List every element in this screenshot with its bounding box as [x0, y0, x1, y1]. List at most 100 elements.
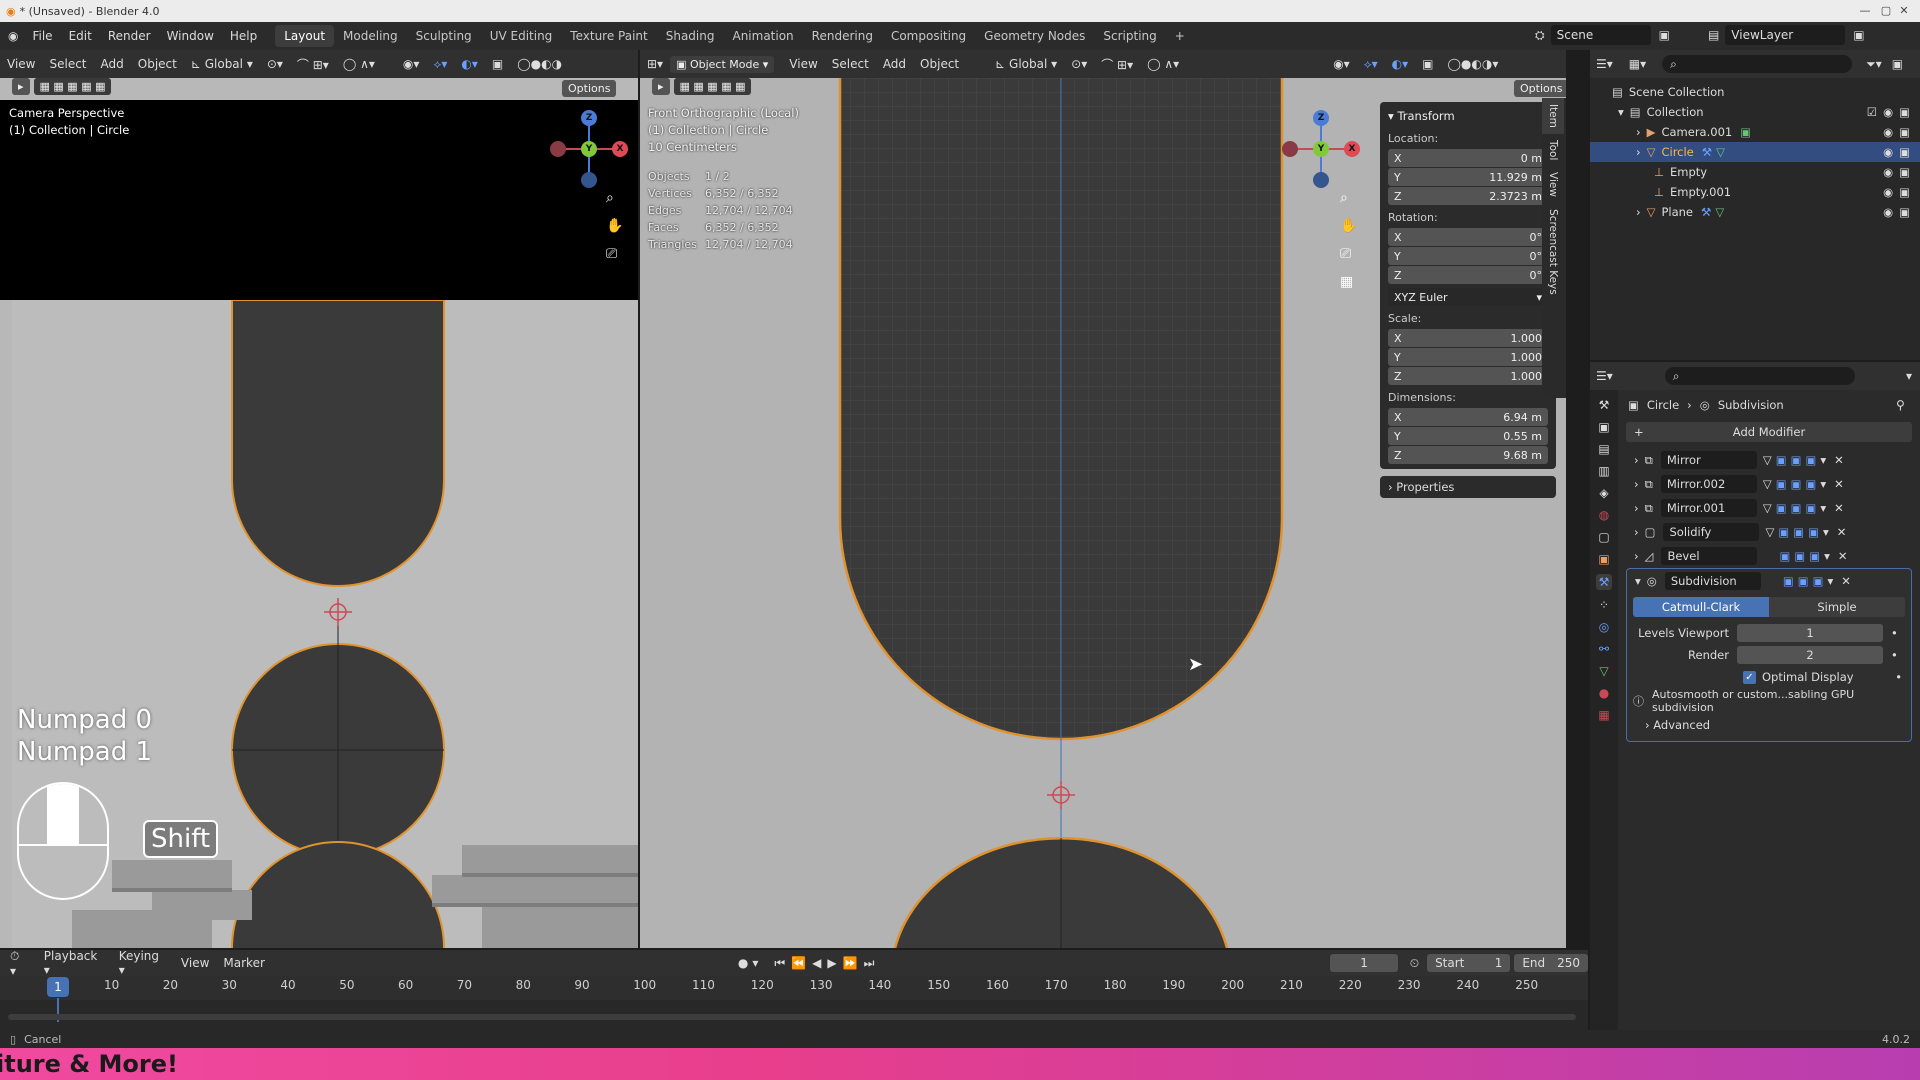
- tab-uv-editing[interactable]: UV Editing: [481, 25, 562, 47]
- camera-toggle-icon[interactable]: ▣: [1805, 453, 1816, 467]
- camera-toggle-icon[interactable]: ▣: [1808, 525, 1819, 539]
- tab-geometry-nodes[interactable]: Geometry Nodes: [975, 25, 1094, 47]
- left-nav-gizmo[interactable]: Z X Y: [550, 110, 630, 190]
- rotation-mode-dropdown[interactable]: XYZ Euler ▾: [1388, 288, 1548, 306]
- tool-tab-icon[interactable]: ⚒: [1599, 398, 1610, 412]
- camera-render-icon[interactable]: ▣: [1899, 125, 1910, 139]
- left-select-box-icon[interactable]: ▦ ▦ ▦ ▦ ▦: [33, 78, 112, 95]
- left-zoom-icon[interactable]: ⌕: [606, 190, 614, 206]
- properties-panel-header[interactable]: › Properties: [1380, 476, 1556, 498]
- right-transform-orientation[interactable]: ⊾ Global ▾: [988, 57, 1064, 71]
- tab-animation[interactable]: Animation: [723, 25, 802, 47]
- editmode-toggle-icon[interactable]: ▽: [1763, 453, 1772, 467]
- blender-menu-icon[interactable]: ◉: [8, 29, 18, 43]
- eye-icon[interactable]: ◉: [1883, 125, 1893, 139]
- pin-icon[interactable]: ⚲: [1896, 398, 1905, 412]
- tab-sculpting[interactable]: Sculpting: [407, 25, 481, 47]
- timeline-menu-view[interactable]: View: [174, 956, 216, 970]
- rotation-z-field[interactable]: Z 0°: [1388, 266, 1548, 284]
- location-z-field[interactable]: Z 2.3723 m: [1388, 187, 1548, 205]
- chevron-down-icon[interactable]: ▾: [1823, 525, 1829, 539]
- camera-toggle-icon[interactable]: ▣: [1805, 501, 1816, 515]
- world-tab-icon[interactable]: ◍: [1599, 508, 1609, 522]
- right-gizmo-neg-z-icon[interactable]: [1313, 172, 1329, 188]
- timeline-menu-marker[interactable]: Marker: [216, 956, 271, 970]
- location-x-field[interactable]: X 0 m: [1388, 149, 1548, 167]
- rotation-y-field[interactable]: Y 0°: [1388, 247, 1548, 265]
- scene-icon[interactable]: ⛭: [1535, 28, 1545, 43]
- end-frame-field[interactable]: End 250: [1514, 954, 1589, 972]
- dimensions-x-field[interactable]: X 6.94 m: [1388, 408, 1548, 426]
- jump-next-key-icon[interactable]: ⏩: [843, 956, 858, 970]
- new-scene-icon[interactable]: ▣: [1659, 28, 1670, 42]
- sidebar-tab-screencast[interactable]: Screencast Keys: [1542, 203, 1564, 301]
- right-gizmo-neg-x-icon[interactable]: [1282, 141, 1298, 157]
- right-menu-add[interactable]: Add: [876, 57, 913, 71]
- current-frame-field[interactable]: 1: [1330, 954, 1398, 972]
- remove-modifier-icon[interactable]: ✕: [1834, 453, 1844, 467]
- output-tab-icon[interactable]: ▤: [1598, 442, 1609, 456]
- left-gizmo-icon[interactable]: ⟡▾: [426, 57, 454, 72]
- left-menu-object[interactable]: Object: [131, 57, 184, 71]
- remove-modifier-icon[interactable]: ✕: [1837, 525, 1847, 539]
- clock-icon[interactable]: ⏲: [1410, 956, 1419, 971]
- left-menu-select[interactable]: Select: [42, 57, 93, 71]
- render-toggle-icon[interactable]: ▣: [1798, 574, 1809, 588]
- optimal-display-checkbox[interactable]: ✓: [1743, 670, 1756, 684]
- checkbox-icon[interactable]: ☑: [1867, 105, 1877, 119]
- jump-prev-key-icon[interactable]: ⏪: [791, 956, 806, 970]
- view-layer-icon[interactable]: ▤: [1708, 28, 1719, 42]
- dimensions-y-field[interactable]: Y 0.55 m: [1388, 427, 1548, 445]
- outliner-row-camera[interactable]: › ▶ Camera.001 ▣ ◉ ▣: [1590, 122, 1920, 142]
- remove-modifier-icon[interactable]: ✕: [1838, 549, 1848, 563]
- tab-layout[interactable]: Layout: [275, 25, 335, 47]
- camera-render-icon[interactable]: ▣: [1899, 145, 1910, 159]
- render-toggle-icon[interactable]: ▣: [1791, 453, 1802, 467]
- left-pivot-icon[interactable]: ⊙▾: [260, 57, 290, 71]
- viewport-toggle-icon[interactable]: ▣: [1779, 549, 1790, 563]
- remove-modifier-icon[interactable]: ✕: [1834, 501, 1844, 515]
- camera-render-icon[interactable]: ▣: [1899, 185, 1910, 199]
- data-tab-icon[interactable]: ▽: [1599, 664, 1608, 678]
- outliner-search-field[interactable]: ⌕: [1662, 55, 1853, 73]
- outliner-row-empty001[interactable]: ⊥ Empty.001 ◉ ▣: [1590, 182, 1920, 202]
- expand-icon[interactable]: ›: [1634, 549, 1639, 563]
- right-visibility-icon[interactable]: ◉▾: [1326, 57, 1357, 71]
- right-viewport[interactable]: ⊞▾ ▣ Object Mode ▾ View Select Add Objec…: [640, 50, 1566, 948]
- tab-compositing[interactable]: Compositing: [882, 25, 975, 47]
- outliner-row-scene-collection[interactable]: ▤ Scene Collection: [1590, 82, 1920, 102]
- outliner-row-collection[interactable]: ▾ ▤ Collection ☑ ◉ ▣: [1590, 102, 1920, 122]
- expand-icon[interactable]: ›: [1634, 477, 1639, 491]
- timeline-ruler[interactable]: 1 10 20 30 40 50 60 70 80 90 100 110 120 130 140 150 16…: [0, 976, 1588, 1000]
- camera-toggle-icon[interactable]: ▣: [1809, 549, 1820, 563]
- tab-rendering[interactable]: Rendering: [803, 25, 882, 47]
- modifier-row[interactable]: › ▢ Solidify ▽ ▣ ▣ ▣ ▾ ✕: [1626, 520, 1912, 544]
- right-xray-icon[interactable]: ▣: [1415, 57, 1440, 71]
- viewport-toggle-icon[interactable]: ▣: [1776, 453, 1787, 467]
- play-reverse-icon[interactable]: ◀: [812, 956, 821, 970]
- sidebar-tab-tool[interactable]: Tool: [1542, 134, 1564, 166]
- start-frame-field[interactable]: Start 1: [1427, 954, 1511, 972]
- left-camera-view-icon[interactable]: ⎚: [606, 246, 617, 262]
- chevron-down-icon[interactable]: ▾: [1824, 549, 1830, 563]
- modifier-name-field[interactable]: Bevel: [1661, 547, 1758, 565]
- tab-shading[interactable]: Shading: [657, 25, 724, 47]
- camera-render-icon[interactable]: ▣: [1899, 165, 1910, 179]
- render-toggle-icon[interactable]: ▣: [1794, 549, 1805, 563]
- left-menu-view[interactable]: View: [0, 57, 42, 71]
- simple-button[interactable]: Simple: [1769, 597, 1905, 617]
- render-toggle-icon[interactable]: ▣: [1793, 525, 1804, 539]
- right-gizmo-y-icon[interactable]: Y: [1313, 141, 1329, 157]
- right-overlay-icon[interactable]: ◐▾: [1385, 57, 1416, 71]
- outliner-display-icon[interactable]: ▦▾: [1629, 57, 1646, 71]
- camera-toggle-icon[interactable]: ▣: [1813, 574, 1824, 588]
- right-menu-object[interactable]: Object: [913, 57, 966, 71]
- expand-icon[interactable]: ›: [1634, 525, 1639, 539]
- left-viewport[interactable]: View Select Add Object ⊾ Global ▾ ⊙▾ ⌒ ⊞…: [0, 50, 638, 948]
- expand-icon[interactable]: ▾: [1635, 574, 1641, 588]
- keyframe-dot-icon[interactable]: •: [1895, 670, 1902, 684]
- add-modifier-button[interactable]: + Add Modifier: [1626, 422, 1912, 442]
- sidebar-tab-item[interactable]: Item: [1542, 98, 1564, 134]
- record-button-icon[interactable]: ●: [738, 956, 748, 970]
- right-gizmo-icon[interactable]: ⟡▾: [1357, 57, 1385, 72]
